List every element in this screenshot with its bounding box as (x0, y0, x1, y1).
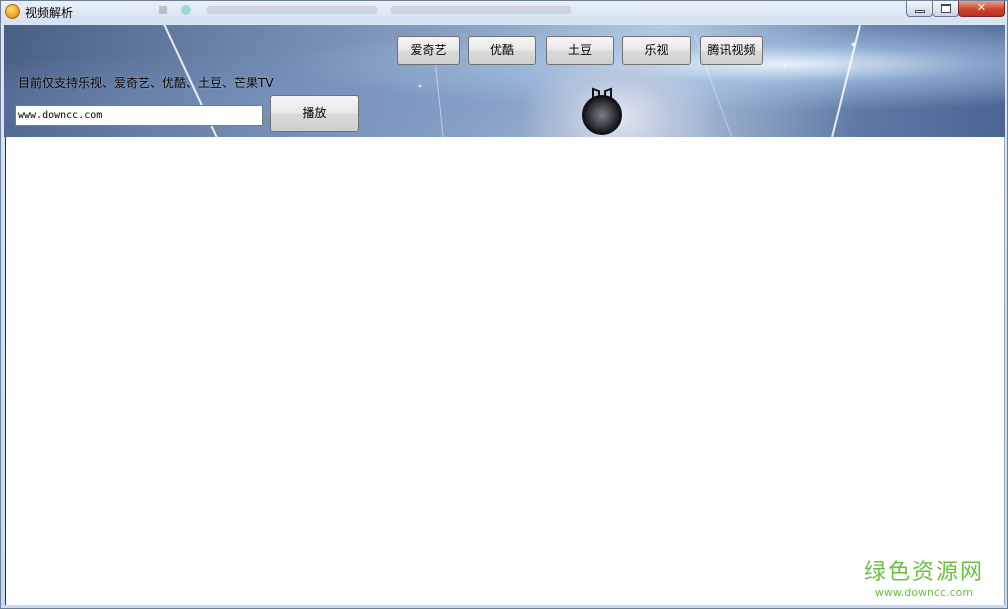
watermark-title: 绿色资源网 (863, 560, 984, 585)
url-input[interactable] (15, 105, 263, 126)
letv-button[interactable]: 乐视 (622, 36, 691, 65)
app-window: 视频解析 ✕ 爱奇艺 优酷 土豆 乐视 腾讯视频 目前仅支持乐视、爱奇艺、优酷、… (0, 0, 1008, 609)
maximize-button[interactable] (932, 1, 959, 17)
youku-button[interactable]: 优酷 (468, 36, 536, 65)
video-player-area[interactable]: 绿色资源网 www.downcc.com (5, 137, 1005, 605)
play-button[interactable]: 播放 (270, 95, 359, 132)
close-button[interactable]: ✕ (958, 1, 1005, 17)
watermark-url: www.downcc.com (874, 586, 974, 599)
supported-sites-label: 目前仅支持乐视、爱奇艺、优酷、土豆、芒果TV (18, 76, 274, 90)
headphone-illustration (582, 95, 622, 135)
close-icon: ✕ (976, 1, 987, 14)
window-title: 视频解析 (25, 6, 74, 20)
minimize-icon (915, 10, 925, 13)
iqiyi-button[interactable]: 爱奇艺 (397, 36, 460, 65)
app-icon (5, 4, 20, 19)
watermark: 绿色资源网 www.downcc.com (864, 554, 984, 599)
minimize-button[interactable] (906, 1, 933, 17)
maximize-icon (941, 4, 951, 13)
title-bar[interactable]: 视频解析 ✕ (1, 1, 1007, 23)
tudou-button[interactable]: 土豆 (546, 36, 614, 65)
background-window-ghost (151, 2, 581, 20)
tencent-video-button[interactable]: 腾讯视频 (700, 36, 763, 65)
